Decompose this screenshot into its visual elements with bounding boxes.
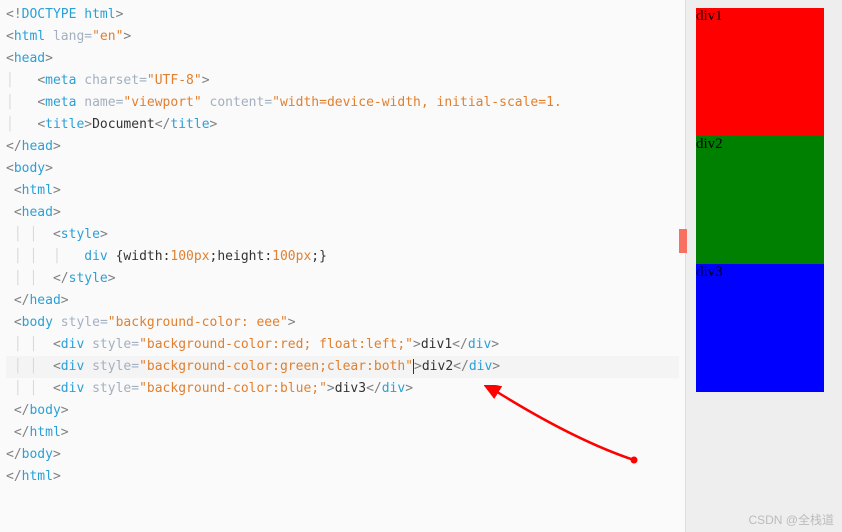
code-line[interactable]: </head>: [6, 290, 679, 312]
code-line[interactable]: <!DOCTYPE html>: [6, 4, 679, 26]
code-line[interactable]: │ <meta name="viewport" content="width=d…: [6, 92, 679, 114]
preview-pane: div1 div2 div3: [686, 0, 842, 532]
code-line[interactable]: │ <title>Document</title>: [6, 114, 679, 136]
code-line[interactable]: </head>: [6, 136, 679, 158]
preview-box-green: div2: [696, 136, 824, 264]
code-line[interactable]: </body>: [6, 444, 679, 466]
code-line[interactable]: │ │ <div style="background-color:green;c…: [6, 356, 679, 378]
code-line[interactable]: │ │ <div style="background-color:red; fl…: [6, 334, 679, 356]
code-line[interactable]: </body>: [6, 400, 679, 422]
code-line[interactable]: <html>: [6, 180, 679, 202]
code-line[interactable]: │ │ │ div {width:100px;height:100px;}: [6, 246, 679, 268]
app-container: <!DOCTYPE html><html lang="en"><head>│ <…: [0, 0, 842, 532]
code-line[interactable]: <body style="background-color: eee">: [6, 312, 679, 334]
scroll-marker: [679, 229, 687, 253]
code-line[interactable]: </html>: [6, 422, 679, 444]
watermark: CSDN @全栈道: [748, 511, 834, 528]
code-line[interactable]: │ │ <div style="background-color:blue;">…: [6, 378, 679, 400]
code-editor[interactable]: <!DOCTYPE html><html lang="en"><head>│ <…: [0, 0, 686, 532]
code-line[interactable]: │ │ <style>: [6, 224, 679, 246]
code-line[interactable]: │ │ </style>: [6, 268, 679, 290]
code-line[interactable]: │ <meta charset="UTF-8">: [6, 70, 679, 92]
code-line[interactable]: <body>: [6, 158, 679, 180]
code-line[interactable]: </html>: [6, 466, 679, 488]
preview-box-red: div1: [696, 8, 824, 136]
code-line[interactable]: <head>: [6, 48, 679, 70]
preview-box-blue: div3: [696, 264, 824, 392]
code-line[interactable]: <head>: [6, 202, 679, 224]
code-line[interactable]: <html lang="en">: [6, 26, 679, 48]
